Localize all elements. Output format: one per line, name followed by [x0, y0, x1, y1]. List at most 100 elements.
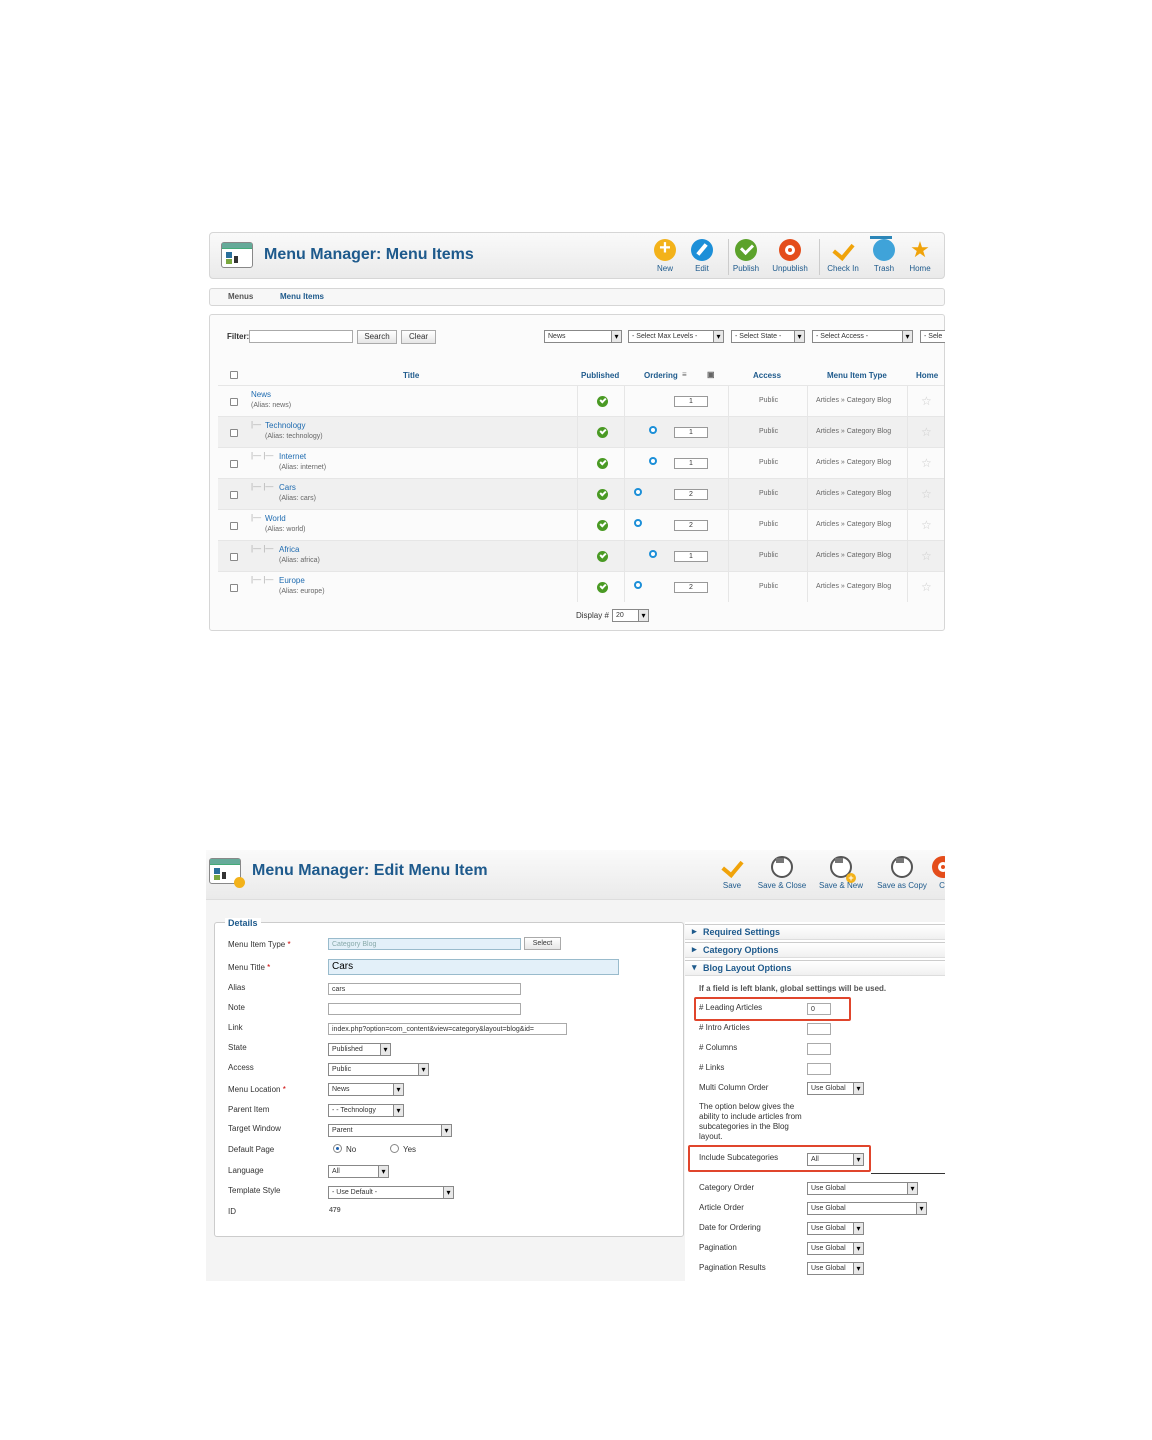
leading-articles-input[interactable]: 0 — [807, 1003, 831, 1015]
order-arrow-icon[interactable] — [649, 426, 657, 434]
row-title-link[interactable]: Africa — [279, 545, 299, 554]
row-checkbox[interactable] — [230, 491, 238, 499]
row-title-link[interactable]: Technology — [265, 421, 305, 430]
access-select[interactable]: - Select Access - — [812, 330, 913, 343]
filter-input[interactable] — [249, 330, 353, 343]
article-order-select[interactable]: Use Global — [807, 1202, 927, 1215]
edit-button[interactable]: Edit — [680, 239, 724, 273]
save-order-icon[interactable]: ▣ — [707, 370, 715, 379]
column-published[interactable]: Published — [581, 371, 619, 380]
date-for-ordering-select[interactable]: Use Global — [807, 1222, 864, 1235]
order-arrow-icon[interactable] — [649, 457, 657, 465]
menu-select[interactable]: News — [544, 330, 622, 343]
column-divider — [907, 386, 908, 416]
home-star-icon[interactable]: ☆ — [921, 457, 932, 469]
row-checkbox[interactable] — [230, 398, 238, 406]
required-settings-toggle[interactable]: Required Settings — [685, 924, 945, 940]
state-select[interactable]: - Select State - — [731, 330, 805, 343]
clear-button[interactable]: Clear — [401, 330, 436, 344]
published-check-icon[interactable] — [597, 427, 608, 438]
published-check-icon[interactable] — [597, 396, 608, 407]
order-input[interactable]: 1 — [674, 427, 708, 438]
home-star-icon[interactable]: ☆ — [921, 426, 932, 438]
multi-column-order-select[interactable]: Use Global — [807, 1082, 864, 1095]
column-title[interactable]: Title — [403, 371, 419, 380]
menu-location-select[interactable]: News — [328, 1083, 404, 1096]
order-arrow-icon[interactable] — [634, 488, 642, 496]
alias-input[interactable]: cars — [328, 983, 521, 995]
state-select[interactable]: Published — [328, 1043, 391, 1056]
row-checkbox[interactable] — [230, 429, 238, 437]
row-checkbox[interactable] — [230, 460, 238, 468]
published-check-icon[interactable] — [597, 489, 608, 500]
column-menu-item-type[interactable]: Menu Item Type — [827, 371, 887, 380]
save-button[interactable]: Save — [710, 856, 754, 890]
row-title-link[interactable]: Cars — [279, 483, 296, 492]
columns-input[interactable] — [807, 1043, 831, 1055]
max-levels-select[interactable]: - Select Max Levels - — [628, 330, 724, 343]
search-button[interactable]: Search — [357, 330, 397, 344]
order-input[interactable]: 1 — [674, 396, 708, 407]
include-subcategories-select[interactable]: All — [807, 1153, 864, 1166]
access-select[interactable]: Public — [328, 1063, 429, 1076]
order-input[interactable]: 1 — [674, 458, 708, 469]
language-select[interactable]: - Sele — [920, 330, 945, 343]
submenu-menu-items[interactable]: Menu Items — [280, 292, 324, 301]
pagination-select[interactable]: Use Global — [807, 1242, 864, 1255]
display-select[interactable]: 20 — [612, 609, 649, 622]
published-check-icon[interactable] — [597, 520, 608, 531]
menu-title-input[interactable]: Cars — [328, 959, 619, 975]
order-input[interactable]: 2 — [674, 582, 708, 593]
row-title-link[interactable]: News — [251, 390, 271, 399]
language-select[interactable]: All — [328, 1165, 389, 1178]
save-copy-button[interactable]: Save as Copy — [873, 856, 931, 890]
row-title-link[interactable]: World — [265, 514, 286, 523]
home-star-icon[interactable]: ☆ — [921, 519, 932, 531]
note-input[interactable] — [328, 1003, 521, 1015]
close-button[interactable]: C — [932, 856, 945, 890]
row-checkbox[interactable] — [230, 584, 238, 592]
order-arrow-icon[interactable] — [634, 519, 642, 527]
order-input[interactable]: 2 — [674, 489, 708, 500]
home-star-icon[interactable]: ☆ — [921, 581, 932, 593]
select-all-checkbox[interactable] — [230, 371, 238, 379]
row-checkbox[interactable] — [230, 522, 238, 530]
published-check-icon[interactable] — [597, 458, 608, 469]
pagination-results-label: Pagination Results — [699, 1263, 766, 1272]
row-checkbox[interactable] — [230, 553, 238, 561]
parent-item-select[interactable]: - - Technology — [328, 1104, 404, 1117]
link-input[interactable]: index.php?option=com_content&view=catego… — [328, 1023, 567, 1035]
category-options-toggle[interactable]: Category Options — [685, 942, 945, 958]
submenu-menus[interactable]: Menus — [228, 292, 253, 301]
blog-layout-options-toggle[interactable]: Blog Layout Options — [685, 960, 945, 976]
publish-button[interactable]: Publish — [724, 239, 768, 273]
select-type-button[interactable]: Select — [524, 937, 561, 950]
row-title-link[interactable]: Europe — [279, 576, 305, 585]
default-page-no-radio[interactable] — [333, 1144, 342, 1153]
target-window-select[interactable]: Parent — [328, 1124, 452, 1137]
home-star-icon[interactable]: ☆ — [921, 395, 932, 407]
unpublish-button[interactable]: Unpublish — [768, 239, 812, 273]
column-access[interactable]: Access — [753, 371, 781, 380]
order-input[interactable]: 2 — [674, 520, 708, 531]
links-input[interactable] — [807, 1063, 831, 1075]
home-star-icon[interactable]: ☆ — [921, 550, 932, 562]
published-check-icon[interactable] — [597, 582, 608, 593]
row-title-link[interactable]: Internet — [279, 452, 306, 461]
default-page-yes-radio[interactable] — [390, 1144, 399, 1153]
order-arrow-icon[interactable] — [634, 581, 642, 589]
published-check-icon[interactable] — [597, 551, 608, 562]
home-button[interactable]: ★ Home — [898, 239, 942, 274]
intro-articles-input[interactable] — [807, 1023, 831, 1035]
check-in-button[interactable]: Check In — [821, 239, 865, 273]
column-home[interactable]: Home — [916, 371, 938, 380]
save-new-button[interactable]: Save & New — [814, 856, 868, 890]
save-close-button[interactable]: Save & Close — [755, 856, 809, 890]
column-ordering[interactable]: Ordering — [644, 371, 678, 380]
pagination-results-select[interactable]: Use Global — [807, 1262, 864, 1275]
template-style-select[interactable]: - Use Default - — [328, 1186, 454, 1199]
order-arrow-icon[interactable] — [649, 550, 657, 558]
category-order-select[interactable]: Use Global — [807, 1182, 918, 1195]
order-input[interactable]: 1 — [674, 551, 708, 562]
home-star-icon[interactable]: ☆ — [921, 488, 932, 500]
